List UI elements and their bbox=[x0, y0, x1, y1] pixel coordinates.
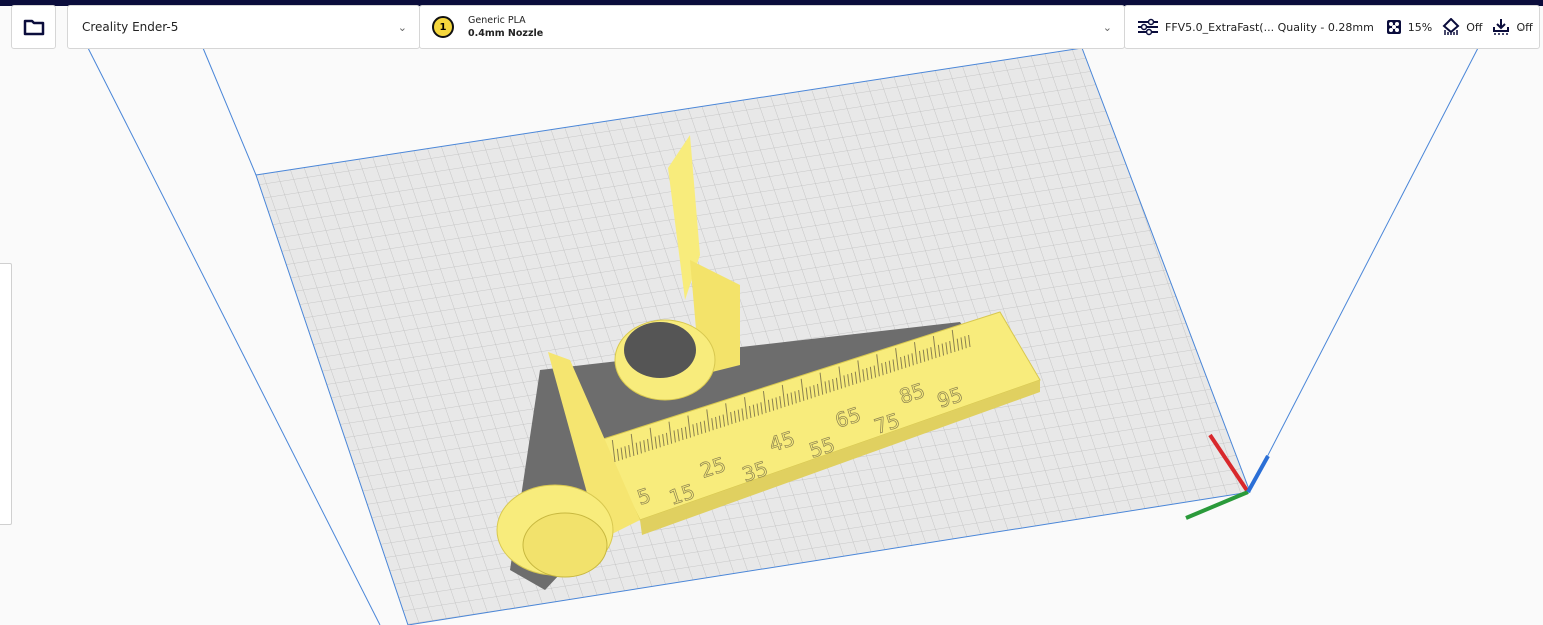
support-icon bbox=[1442, 18, 1460, 35]
infill-value: 15% bbox=[1407, 20, 1433, 34]
material-selector[interactable]: 1 Generic PLA 0.4mm Nozzle ⌄ bbox=[419, 5, 1125, 49]
adhesion-icon bbox=[1493, 19, 1510, 35]
build-volume-edge bbox=[1249, 47, 1479, 491]
extruder-badge: 1 bbox=[432, 16, 454, 38]
material-name: Generic PLA bbox=[468, 15, 526, 26]
collapsed-side-panel[interactable] bbox=[0, 263, 12, 525]
viewport-3d[interactable]: 5 15 25 35 45 55 65 75 85 95 bbox=[0, 0, 1543, 625]
build-plate bbox=[255, 47, 1251, 625]
profile-name: FFV5.0_ExtraFast(... Quality - 0.28mm bbox=[1165, 20, 1374, 34]
chevron-down-icon: ⌄ bbox=[1517, 20, 1527, 34]
nozzle-size: 0.4mm Nozzle bbox=[468, 28, 544, 39]
support-value: Off bbox=[1466, 20, 1483, 34]
chevron-down-icon: ⌄ bbox=[1102, 20, 1112, 34]
printer-selector[interactable]: Creality Ender-5 ⌄ bbox=[67, 5, 420, 49]
settings-sliders-icon bbox=[1138, 18, 1158, 36]
printer-name: Creality Ender-5 bbox=[82, 20, 179, 34]
infill-icon bbox=[1386, 20, 1401, 34]
build-volume-edge bbox=[202, 47, 257, 176]
print-settings-selector[interactable]: FFV5.0_ExtraFast(... Quality - 0.28mm 15… bbox=[1124, 5, 1540, 49]
open-file-button[interactable] bbox=[11, 5, 56, 49]
chevron-down-icon: ⌄ bbox=[397, 20, 407, 34]
folder-icon bbox=[23, 19, 44, 36]
